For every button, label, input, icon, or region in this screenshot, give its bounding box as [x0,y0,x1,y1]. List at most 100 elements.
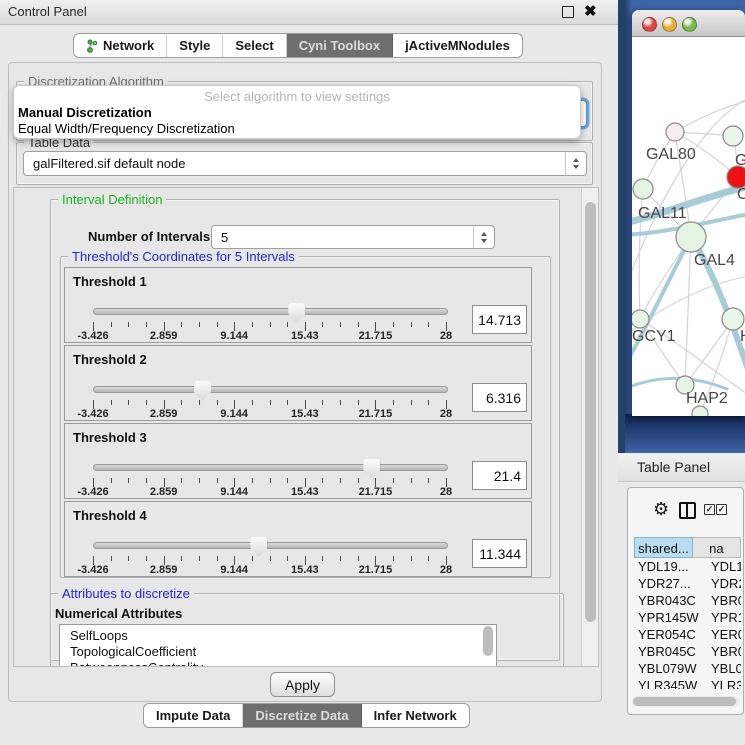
threshold-coordinates-group: Threshold's Coordinates for 5 Intervals … [60,256,551,578]
slider-thumb[interactable] [363,459,380,479]
screen: Control Panel ✖ NetworkStyleSelectCyni T… [0,0,745,745]
table-cell[interactable]: YBL0 [707,660,741,677]
desktop-gradient [625,414,745,453]
number-of-intervals-combobox[interactable]: 5 [211,225,495,249]
node-label: GAL80 [646,146,696,163]
slider-track[interactable] [93,308,448,315]
table-cell[interactable]: YLR3 [707,677,741,689]
tab-jactivemnodules[interactable]: jActiveMNodules [393,34,522,57]
vertical-scrollbar-thumb[interactable] [585,202,596,622]
table-cell[interactable]: YDR27... [634,575,707,592]
tick-mark [199,478,200,483]
list-item[interactable]: TopologicalCoefficient [60,644,496,660]
table-data-combobox[interactable]: galFiltered.sif default node [23,151,587,176]
tick-mark [146,322,147,327]
slider-thumb[interactable] [194,381,211,401]
table-cell[interactable]: YDL19... [634,558,707,575]
float-window-icon[interactable] [562,6,574,18]
tick-mark [128,400,129,405]
tab-discretize-data[interactable]: Discretize Data [243,704,361,727]
dropdown-option-equal-width[interactable]: Equal Width/Frequency Discretization [18,121,235,136]
tab-style[interactable]: Style [167,34,223,57]
tick-mark [128,556,129,561]
list-item[interactable]: BetweennessCentrality [60,660,496,667]
apply-button[interactable]: Apply [270,672,335,697]
tab-label: Network [103,34,154,57]
network-window-titlebar[interactable] [632,10,745,37]
tick-mark [199,556,200,561]
gear-icon[interactable]: ⚙ [653,500,669,518]
close-button-icon[interactable] [642,17,657,32]
list-item[interactable]: SelfLoops [60,628,496,644]
table-cell[interactable]: YDL1 [707,558,741,575]
horizontal-scrollbar[interactable] [632,696,739,707]
tab-infer-network[interactable]: Infer Network [362,704,469,727]
network-node[interactable] [723,126,743,146]
table-cell[interactable]: YPR1 [707,609,741,626]
tick-mark [393,556,394,561]
table-cell[interactable]: YBR0 [707,592,741,609]
tick-mark [340,556,341,561]
network-canvas[interactable]: GAL80GACGAL11GAL4GCY1HHAP2 [632,37,745,416]
network-node[interactable] [632,310,649,328]
network-node[interactable] [692,406,708,416]
close-icon[interactable]: ✖ [584,2,597,20]
network-node[interactable] [666,123,684,141]
table-cell[interactable]: YER0 [707,626,741,643]
tick-mark [428,478,429,483]
slider-thumb[interactable] [250,537,267,557]
table-cell[interactable]: YER054C [634,626,707,643]
horizontal-scrollbar-thumb[interactable] [633,697,736,706]
table-cell[interactable]: YBR043C [634,592,707,609]
network-node[interactable] [722,308,744,330]
threshold-value-field[interactable]: 14.713 [472,305,527,334]
checkbox-icon[interactable]: ✓ [704,504,715,515]
table-row[interactable]: YER054CYER0 [634,626,741,643]
table-cell[interactable]: YLR345W [634,677,707,689]
table-cell[interactable]: YBL079W [634,660,707,677]
numerical-attributes-list[interactable]: SelfLoopsTopologicalCoefficientBetweenne… [59,624,497,667]
slider-thumb[interactable] [288,303,305,323]
table-cell[interactable]: YBR045C [634,643,707,660]
table-row[interactable]: YBL079WYBL0 [634,660,741,677]
list-scrollbar-thumb[interactable] [483,626,493,656]
network-node[interactable] [676,222,706,252]
slider-track[interactable] [93,542,448,549]
zoom-button-icon[interactable] [682,17,697,32]
table-row[interactable]: YBR045CYBR0 [634,643,741,660]
threshold-value-field[interactable]: 21.4 [472,461,527,490]
table-row[interactable]: YDL19...YDL1 [634,558,741,575]
vertical-scrollbar[interactable] [581,188,598,666]
table-cell[interactable]: YDR2 [707,575,741,592]
tick-label: 2.859 [150,564,178,576]
dropdown-placeholder-option[interactable]: Select algorithm to view settings [14,89,580,104]
tab-cyni-toolbox[interactable]: Cyni Toolbox [287,34,393,57]
algorithm-dropdown-popup: Select algorithm to view settings Manual… [13,85,581,139]
minimize-button-icon[interactable] [662,17,677,32]
table-row[interactable]: YPR145WYPR1 [634,609,741,626]
tick-mark [217,400,218,405]
table-cell[interactable]: YPR145W [634,609,707,626]
table-row[interactable]: YLR345WYLR3 [634,677,741,689]
network-node[interactable] [633,179,653,199]
tab-impute-data[interactable]: Impute Data [144,704,243,727]
threshold-value-field[interactable]: 6.316 [472,383,527,412]
slider-track[interactable] [93,464,448,471]
tick-mark [393,400,394,405]
split-columns-icon[interactable] [679,502,696,519]
checkbox-icon[interactable]: ✓ [716,504,727,515]
dropdown-option-manual-discretization[interactable]: Manual Discretization [18,105,152,120]
network-node[interactable] [727,166,745,188]
tick-label: 15.43 [291,486,319,498]
slider-track[interactable] [93,386,448,393]
table-row[interactable]: YDR27...YDR2 [634,575,741,592]
tab-network[interactable]: Network [74,34,167,57]
column-header-name[interactable]: na [693,537,741,558]
combobox-stepper-icon [473,226,494,248]
tick-mark [181,400,182,405]
table-row[interactable]: YBR043CYBR0 [634,592,741,609]
column-header-shared-name[interactable]: shared... [634,537,693,558]
tab-select[interactable]: Select [223,34,286,57]
table-cell[interactable]: YBR0 [707,643,741,660]
threshold-value-field[interactable]: 11.344 [472,539,527,568]
